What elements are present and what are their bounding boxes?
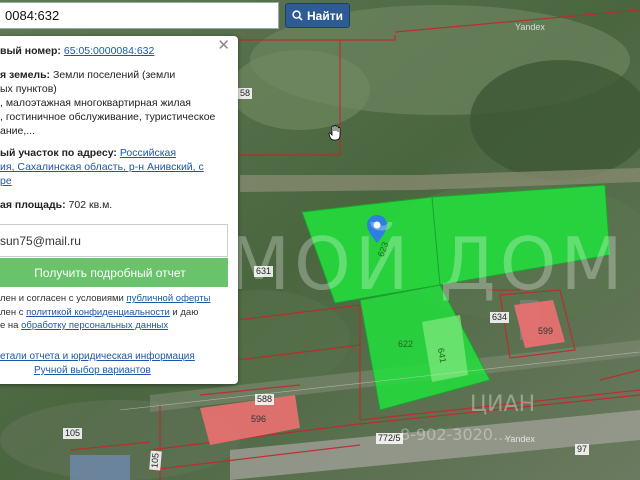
yandex-attribution: Yandex [505, 434, 535, 444]
plot-info-panel: ✕ вый номер: 65:05:0000084:632 я земель:… [0, 36, 238, 384]
address-link[interactable]: ия, Сахалинская область, р-н Анивский, с [0, 161, 204, 173]
search-input[interactable] [0, 2, 279, 29]
agreement-text: лен и согласен с условиями [0, 293, 124, 304]
manual-selection-link[interactable]: Ручной выбор вариантов [34, 364, 151, 378]
agreement-text: е на [0, 320, 19, 331]
plot-label: 105 [63, 428, 83, 439]
report-details-link[interactable]: етали отчета и юридическая информация [0, 350, 195, 364]
address-row: ый участок по адресу: Российская ия, Сах… [0, 146, 228, 188]
land-category-label: я земель: [0, 69, 51, 81]
land-category-row: я земель: Земли поселений (земли ых пунк… [0, 68, 228, 96]
agreement-text: лен с [0, 307, 24, 318]
cadastral-number-label: вый номер: [0, 45, 61, 57]
plot-label: 631 [254, 266, 274, 277]
public-offer-link[interactable]: публичной оферты [127, 293, 211, 304]
area-label: ая площадь: [0, 199, 66, 211]
address-link[interactable]: ре [0, 175, 12, 187]
permitted-use: , малоэтажная многоквартирная жилая , го… [0, 96, 228, 138]
plot-label: 772/5 [376, 433, 403, 444]
address-link[interactable]: Российская [120, 147, 176, 159]
address-label: по адресу: [61, 147, 117, 159]
get-report-button[interactable]: Получить подробный отчет [0, 258, 228, 287]
permitted-use-line: , малоэтажная многоквартирная жилая [0, 97, 191, 109]
plot-label: 105 [149, 450, 162, 471]
area-row: ая площадь: 702 кв.м. [0, 198, 228, 212]
search-button-label: Найти [307, 8, 343, 23]
permitted-use-line: , гостиничное обслуживание, туристическо… [0, 111, 216, 123]
area-value: 702 кв.м. [68, 199, 113, 211]
watermark: МОЙ ДОМ [228, 222, 627, 306]
cadastral-number-link[interactable]: 65:05:0000084:632 [64, 45, 155, 57]
plot-label: 599 [538, 326, 554, 336]
plot-label: 622 [398, 339, 414, 349]
watermark-phone: 8-902-3020... [400, 425, 509, 444]
search-icon [292, 10, 303, 21]
land-category-value: Земли поселений (земли [52, 69, 176, 81]
yandex-attribution: Yandex [515, 22, 545, 32]
plot-label: 97 [575, 444, 590, 455]
personal-data-agreement: е на обработку персональных данных [0, 319, 228, 332]
watermark-cian: ЦИАН [470, 392, 536, 417]
agreement-text: и даю [172, 307, 199, 318]
address-prefix: ый участок [0, 147, 59, 159]
offer-agreement: лен и согласен с условиями публичной офе… [0, 292, 228, 305]
email-input[interactable] [0, 224, 228, 257]
plot-label: 588 [255, 394, 275, 405]
plot-label: 58 [238, 88, 253, 99]
plot-label: 634 [490, 312, 510, 323]
personal-data-link[interactable]: обработку персональных данных [21, 320, 168, 331]
permitted-use-line: ание,... [0, 125, 36, 137]
privacy-agreement: лен с политикой конфиденциальности и даю [0, 306, 228, 319]
cadastral-number-row: вый номер: 65:05:0000084:632 [0, 44, 228, 58]
land-category-value-2: ых пунктов) [0, 83, 57, 95]
privacy-policy-link[interactable]: политикой конфиденциальности [26, 307, 170, 318]
hand-cursor-icon [328, 125, 341, 141]
plot-label: 596 [251, 414, 267, 424]
search-button[interactable]: Найти [285, 3, 350, 28]
